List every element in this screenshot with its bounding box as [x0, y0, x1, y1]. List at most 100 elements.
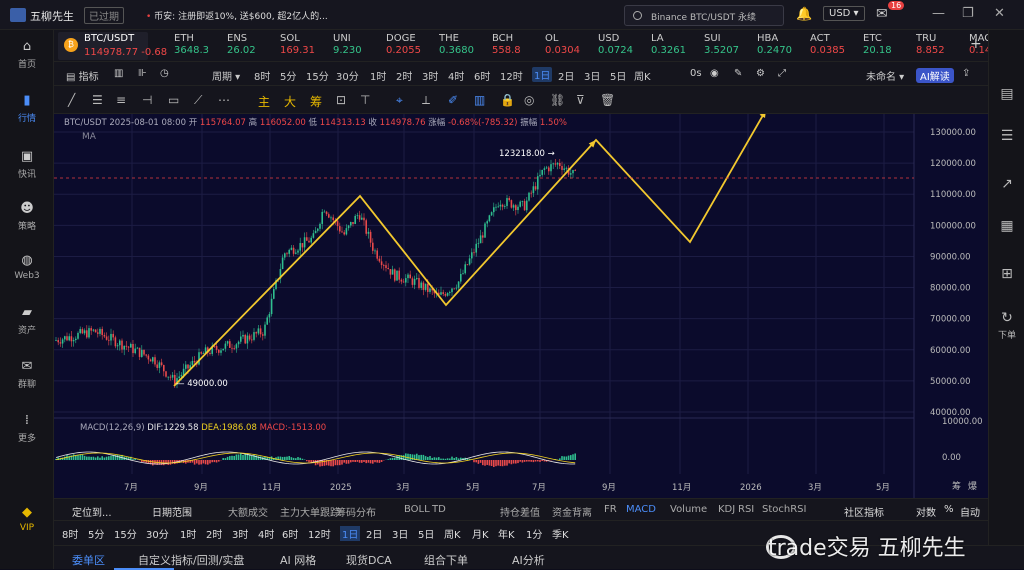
period2-10[interactable]: 1日 [340, 526, 360, 541]
magnet-icon[interactable]: ⌖ [396, 93, 403, 108]
period-0[interactable]: 8时 [254, 68, 270, 83]
tab-4[interactable]: 组合下单 [424, 552, 468, 568]
indicator-tab-9[interactable]: Volume [670, 504, 707, 515]
ticker-item[interactable]: OL0.0304 [545, 33, 593, 56]
user-status-badge[interactable]: 已过期 [84, 7, 124, 24]
period-button[interactable]: 周期 ▾ [212, 68, 240, 83]
eye-icon[interactable]: ◎ [524, 93, 534, 107]
price-chart[interactable]: 130000.00120000.00110000.00100000.009000… [54, 114, 988, 498]
indicator-right-3[interactable]: 自动 [960, 504, 980, 519]
period-1[interactable]: 5分 [280, 68, 296, 83]
mail-icon[interactable]: ✉ [876, 6, 888, 22]
sidebar-item-0[interactable]: ⌂首页 [0, 40, 54, 70]
ticker-item[interactable]: ENS26.02 [227, 33, 275, 56]
lock-icon[interactable]: 🔒 [500, 93, 515, 107]
indicator-tab-11[interactable]: RSI [738, 504, 754, 515]
period2-1[interactable]: 5分 [88, 526, 104, 541]
period2-5[interactable]: 2时 [206, 526, 222, 541]
tab-1[interactable]: 自定义指标/回测/实盘 [138, 552, 244, 568]
period2-11[interactable]: 2日 [366, 526, 382, 541]
period-11[interactable]: 2日 [558, 68, 574, 83]
ticker-item[interactable]: SOL169.31 [280, 33, 328, 56]
sidebar-item-8[interactable]: ◆VIP [0, 506, 54, 533]
period2-7[interactable]: 4时 [258, 526, 274, 541]
ruler-icon[interactable]: ⟂ [422, 93, 430, 108]
pencil-tool-icon[interactable]: ⟋ [194, 93, 202, 108]
ticker-item-active[interactable]: ₿ BTC/USDT 114978.77 -0.68 [58, 32, 148, 60]
search-box[interactable]: Binance BTC/USDT 永续 [624, 5, 784, 26]
period2-12[interactable]: 3日 [392, 526, 408, 541]
settings-icon[interactable]: ⚙ [756, 68, 765, 79]
period-12[interactable]: 3日 [584, 68, 600, 83]
refresh-icon[interactable]: ↻ [989, 310, 1024, 326]
date-range-button[interactable]: 日期范围 [152, 504, 192, 519]
period2-4[interactable]: 1时 [180, 526, 196, 541]
indicator-right-1[interactable]: 对数 [916, 504, 936, 519]
search-input[interactable]: Binance BTC/USDT 永续 [651, 10, 756, 23]
text-tool-icon[interactable]: ⊤ [360, 93, 370, 107]
depth-icon[interactable]: ⊞ [989, 266, 1024, 282]
indicator-tab-5[interactable]: 持仓差值 [500, 504, 540, 519]
tab-5[interactable]: AI分析 [512, 552, 545, 568]
line-tool-icon[interactable]: ╱ [68, 93, 75, 107]
add-ticker-icon[interactable]: + [970, 36, 982, 52]
period2-6[interactable]: 3时 [232, 526, 248, 541]
period2-14[interactable]: 周K [444, 526, 461, 541]
sidebar-item-4[interactable]: ◍Web3 [0, 254, 54, 281]
period2-16[interactable]: 年K [498, 526, 515, 541]
period-4[interactable]: 1时 [370, 68, 386, 83]
indicator-tab-4[interactable]: TD [432, 504, 446, 515]
calendar-icon[interactable]: ▦ [989, 218, 1024, 234]
ticker-item[interactable]: ETH3648.3 [174, 33, 222, 56]
sidebar-item-7[interactable]: ⁞更多 [0, 414, 54, 444]
period2-17[interactable]: 1分 [526, 526, 542, 541]
place-order-label[interactable]: 下单 [989, 328, 1024, 341]
indicator-right-0[interactable]: 社区指标 [844, 504, 884, 519]
tab-3[interactable]: 现货DCA [346, 552, 392, 568]
rect-tool-icon[interactable]: ▭ [168, 93, 179, 107]
orderbook-icon[interactable]: ▤ [989, 86, 1024, 102]
indicator-tab-1[interactable]: 主力大单跟踪 [280, 504, 340, 519]
channel-tool-icon[interactable]: ≡ [116, 93, 126, 107]
minimize-icon[interactable]: — [932, 6, 945, 21]
ticker-item[interactable]: TRU8.852 [916, 33, 964, 56]
locate-button[interactable]: 定位到... [72, 504, 112, 519]
period2-18[interactable]: 季K [552, 526, 569, 541]
tab-0[interactable]: 委单区 [72, 552, 105, 568]
main-force-button[interactable]: 主 [258, 93, 270, 110]
layout-name[interactable]: 未命名 ▾ [866, 68, 904, 83]
sidebar-item-1[interactable]: ▮行情 [0, 94, 54, 124]
period-5[interactable]: 2时 [396, 68, 412, 83]
period2-15[interactable]: 月K [472, 526, 489, 541]
period-2[interactable]: 15分 [306, 68, 329, 83]
close-icon[interactable]: ✕ [994, 6, 1005, 21]
ticker-item[interactable]: ACT0.0385 [810, 33, 858, 56]
candle-type-icon[interactable]: ⊪ [138, 68, 147, 79]
camera-icon[interactable]: ◉ [710, 68, 719, 79]
currency-select[interactable]: USD ▾ [823, 6, 865, 21]
share-icon[interactable]: ⇪ [962, 68, 970, 79]
indicator-button[interactable]: ▤ 指标 [66, 68, 99, 83]
period-13[interactable]: 5日 [610, 68, 626, 83]
bell-icon[interactable]: 🔔 [796, 7, 812, 22]
chart-canvas[interactable]: 130000.00120000.00110000.00100000.009000… [54, 114, 988, 498]
hline-tool-icon[interactable]: ☰ [92, 93, 103, 107]
sidebar-item-3[interactable]: ☻策略 [0, 202, 54, 232]
period2-9[interactable]: 12时 [308, 526, 331, 541]
more-tools-icon[interactable]: ⋯ [218, 93, 230, 107]
period2-3[interactable]: 30分 [146, 526, 169, 541]
list-icon[interactable]: ☰ [989, 128, 1024, 144]
period2-2[interactable]: 15分 [114, 526, 137, 541]
indicator-tab-8[interactable]: MACD [626, 504, 656, 515]
trend-icon[interactable]: ↗ [989, 176, 1024, 192]
filter-icon[interactable]: ⊽ [576, 93, 585, 107]
chips-button[interactable]: 筹 [310, 93, 322, 110]
edit-icon[interactable]: ✎ [734, 68, 742, 79]
ticker-item[interactable]: SUI3.5207 [704, 33, 752, 56]
period-14[interactable]: 周K [634, 68, 651, 83]
ticker-item[interactable]: USD0.0724 [598, 33, 646, 56]
layout-icon[interactable]: ▥ [114, 68, 123, 79]
period-8[interactable]: 6时 [474, 68, 490, 83]
maximize-icon[interactable]: ❐ [962, 6, 974, 21]
ticker-item[interactable]: HBA0.2470 [757, 33, 805, 56]
